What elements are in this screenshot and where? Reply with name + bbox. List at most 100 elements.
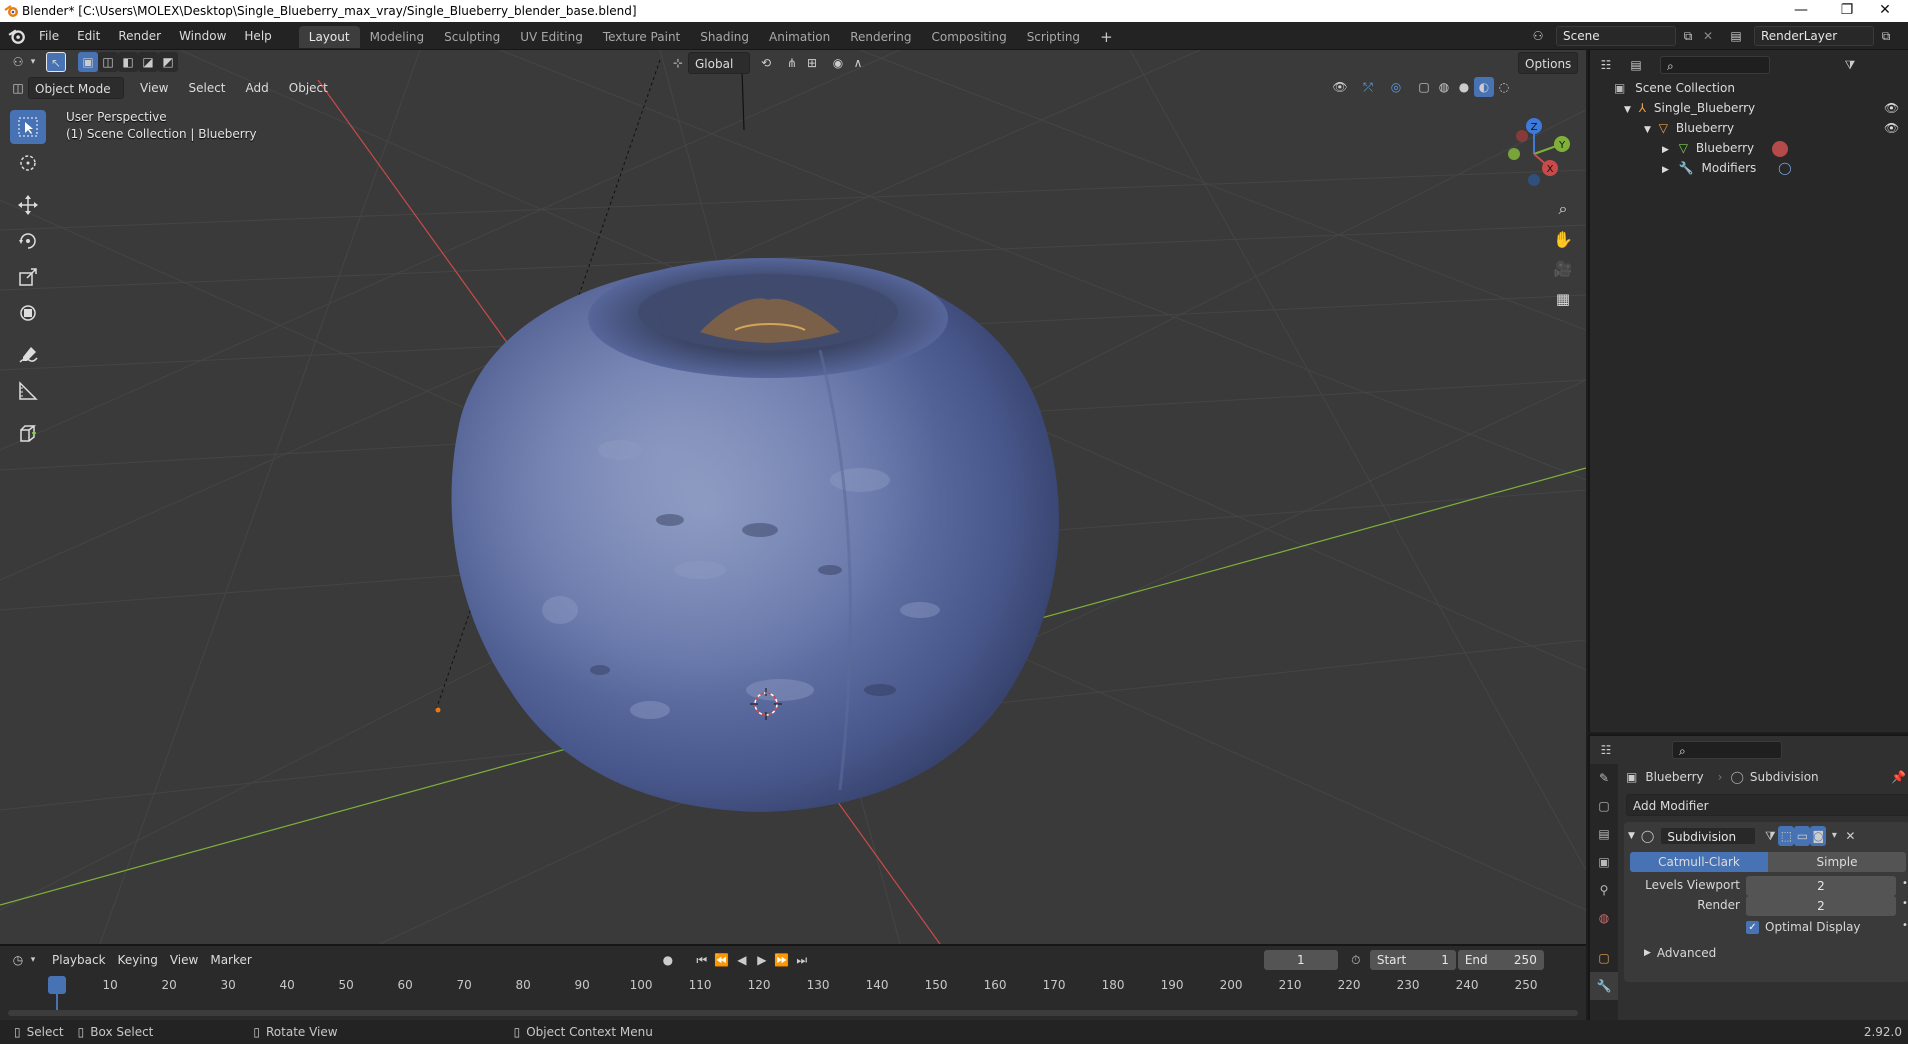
tab-render[interactable]: ▢ <box>1590 792 1618 820</box>
select-mode-invert-icon[interactable]: ◪ <box>138 52 158 72</box>
outliner-row-single-blueberry[interactable]: ▼ ⅄ Single_Blueberry 👁 <box>1624 98 1904 118</box>
rendered-shading-icon[interactable]: ◌ <box>1494 77 1514 97</box>
new-scene-icon[interactable]: ⧉ <box>1678 26 1698 46</box>
expand-arrow-icon[interactable]: ▼ <box>1624 105 1631 115</box>
tab-texture-paint[interactable]: Texture Paint <box>593 26 690 48</box>
catmull-clark-option[interactable]: Catmull-Clark <box>1630 852 1768 872</box>
select-tool-icon[interactable]: ↖ <box>46 52 66 72</box>
3d-viewport[interactable]: ⚇ ▾ ↖ ▣ ◫ ◧ ◪ ◩ ⊹ Global ⟲ ⋔ ⊞ ◉ ∧ Optio… <box>0 50 1586 944</box>
optimal-display-checkbox[interactable]: ✓ <box>1746 920 1759 934</box>
menu-file[interactable]: File <box>30 22 68 50</box>
outliner-row-modifiers[interactable]: ▶ 🔧 Modifiers ◯ <box>1662 158 1792 178</box>
properties-search-input[interactable]: ⌕ <box>1672 741 1782 759</box>
editor-type-dropdown-icon[interactable]: ▾ <box>28 52 38 72</box>
expand-arrow-icon[interactable]: ▶ <box>1662 145 1669 155</box>
viewport-menu-view[interactable]: View <box>134 77 174 99</box>
display-mode-icon[interactable]: ▤ <box>1626 55 1646 75</box>
outliner-row-blueberry-mesh[interactable]: ▶ ▽ Blueberry <box>1662 138 1788 158</box>
animate-dot-icon[interactable]: • <box>1902 898 1908 909</box>
optimal-display-row[interactable]: ✓ Optimal Display <box>1746 920 1861 934</box>
scene-name-field[interactable]: Scene <box>1556 26 1676 46</box>
select-mode-new-icon[interactable]: ▣ <box>78 52 98 72</box>
ortho-toggle-button[interactable]: ▦ <box>1548 284 1578 314</box>
gizmo-toggle-icon[interactable]: ⤱ <box>1358 77 1378 97</box>
tab-compositing[interactable]: Compositing <box>921 26 1016 48</box>
viewport-scene[interactable] <box>0 50 1586 944</box>
timeline-scrollbar[interactable] <box>8 1010 1578 1016</box>
render-toggle-icon[interactable]: ◙ <box>1810 826 1827 846</box>
tab-tool[interactable]: ✎ <box>1590 764 1618 792</box>
levels-viewport-field[interactable]: 2 <box>1746 876 1896 896</box>
view-layer-browse-icon[interactable]: ▤ <box>1726 26 1746 46</box>
menu-help[interactable]: Help <box>235 22 280 50</box>
tab-animation[interactable]: Animation <box>759 26 840 48</box>
outliner-row-scene-collection[interactable]: ▣ Scene Collection <box>1614 78 1735 98</box>
tool-select-box[interactable] <box>10 110 46 144</box>
animate-dot-icon[interactable]: • <box>1902 920 1908 931</box>
expand-arrow-icon[interactable]: ▶ <box>1662 165 1669 175</box>
outliner-search-input[interactable]: ⌕ <box>1660 56 1770 74</box>
transform-orientation-dropdown[interactable]: Global <box>688 52 750 74</box>
visibility-eye-icon[interactable]: 👁 <box>1330 77 1350 97</box>
outliner-row-blueberry-object[interactable]: ▼ ▽ Blueberry 👁 <box>1644 118 1904 138</box>
viewport-menu-add[interactable]: Add <box>240 77 275 99</box>
subdivision-modifier-icon[interactable]: ◯ <box>1778 161 1791 175</box>
proportional-edit-icon[interactable]: ◉ <box>828 53 848 73</box>
add-modifier-dropdown[interactable]: Add Modifier <box>1626 794 1908 816</box>
visibility-eye-icon[interactable]: 👁 <box>1884 98 1899 118</box>
outliner-editor-type-icon[interactable]: ☷ <box>1596 55 1616 75</box>
properties-editor-type-icon[interactable]: ☷ <box>1596 740 1616 760</box>
tab-sculpting[interactable]: Sculpting <box>434 26 510 48</box>
add-workspace-button[interactable]: + <box>1090 26 1123 48</box>
overlay-toggle-icon[interactable]: ◎ <box>1386 77 1406 97</box>
blueberry-object[interactable] <box>451 258 1060 813</box>
xray-toggle-icon[interactable]: ▢ <box>1414 77 1434 97</box>
tool-move[interactable] <box>10 188 46 222</box>
tab-uv-editing[interactable]: UV Editing <box>510 26 593 48</box>
remove-modifier-icon[interactable]: ✕ <box>1842 826 1858 846</box>
tool-annotate[interactable] <box>10 338 46 372</box>
editor-type-icon[interactable]: ⚇ <box>8 52 28 72</box>
visibility-eye-icon[interactable]: 👁 <box>1884 118 1899 138</box>
modifier-name-field[interactable]: Subdivision <box>1660 827 1757 845</box>
delete-scene-icon[interactable]: ✕ <box>1698 26 1718 46</box>
render-levels-field[interactable]: 2 <box>1746 896 1896 916</box>
navigation-gizmo[interactable]: Z Y X <box>1494 114 1574 194</box>
new-view-layer-icon[interactable]: ⧉ <box>1876 26 1896 46</box>
close-window-button[interactable]: ✕ <box>1862 0 1908 22</box>
object-mode-dropdown[interactable]: Object Mode <box>28 77 124 99</box>
tab-shading[interactable]: Shading <box>690 26 759 48</box>
pan-view-button[interactable]: ✋ <box>1548 224 1578 254</box>
tool-add-cube[interactable] <box>10 416 46 450</box>
zoom-view-button[interactable]: ⌕ <box>1548 194 1578 224</box>
falloff-curve-icon[interactable]: ∧ <box>848 53 868 73</box>
menu-edit[interactable]: Edit <box>68 22 109 50</box>
collapse-arrow-icon[interactable]: ▼ <box>1628 831 1635 841</box>
tool-transform[interactable] <box>10 296 46 330</box>
tab-view-layer[interactable]: ▣ <box>1590 848 1618 876</box>
tool-measure[interactable] <box>10 374 46 408</box>
tool-cursor[interactable] <box>10 146 46 180</box>
material-preview-shading-icon[interactable]: ◐ <box>1474 77 1494 97</box>
playhead[interactable] <box>48 976 66 994</box>
camera-view-button[interactable]: 🎥 <box>1548 254 1578 284</box>
tab-output[interactable]: ▤ <box>1590 820 1618 848</box>
tab-modeling[interactable]: Modeling <box>360 26 435 48</box>
snap-icon[interactable]: ⋔ <box>782 53 802 73</box>
viewport-menu-select[interactable]: Select <box>182 77 231 99</box>
filter-icon[interactable]: ⧩ <box>1840 55 1860 75</box>
simple-option[interactable]: Simple <box>1768 852 1906 872</box>
viewport-display-toggle-icon[interactable]: ▭ <box>1794 826 1811 846</box>
edit-mode-toggle-icon[interactable]: ⧩ <box>1762 826 1778 846</box>
select-mode-extend-icon[interactable]: ◫ <box>98 52 118 72</box>
tab-scripting[interactable]: Scripting <box>1017 26 1090 48</box>
minimize-button[interactable]: — <box>1778 0 1824 22</box>
material-icon[interactable] <box>1771 140 1788 157</box>
tab-rendering[interactable]: Rendering <box>840 26 921 48</box>
modifier-menu-icon[interactable]: ▾ <box>1826 826 1842 846</box>
solid-shading-icon[interactable]: ● <box>1454 77 1474 97</box>
select-mode-subtract-icon[interactable]: ◧ <box>118 52 138 72</box>
tool-rotate[interactable] <box>10 224 46 258</box>
tab-layout[interactable]: Layout <box>298 26 360 48</box>
advanced-subpanel-header[interactable]: ▶ Advanced <box>1644 946 1716 960</box>
